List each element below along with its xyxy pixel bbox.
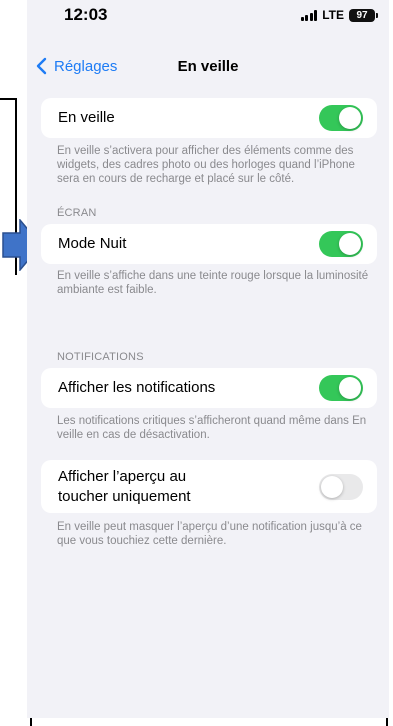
show-notifications-label: Afficher les notifications — [58, 379, 216, 396]
status-bar-right: LTE 97 — [300, 8, 378, 22]
chevron-left-icon — [36, 57, 47, 75]
network-label: LTE — [322, 8, 344, 22]
preview-label-line1: Afficher l’aperçu au — [58, 467, 187, 485]
screenshot-stage: 12:03 LTE 97 En veille Réglages En veill… — [0, 0, 393, 726]
toggle-knob — [339, 377, 361, 399]
night-mode-row[interactable]: Mode Nuit — [41, 224, 377, 264]
night-mode-toggle[interactable] — [319, 231, 363, 257]
toggle-knob — [321, 475, 343, 498]
show-notifications-footer: Les notifications critiques s’afficheron… — [57, 415, 367, 441]
phone-screen: 12:03 LTE 97 En veille Réglages En veill… — [27, 0, 389, 718]
section-header-screen: ÉCRAN — [57, 207, 97, 219]
night-mode-label: Mode Nuit — [58, 235, 127, 252]
back-label: Réglages — [54, 57, 118, 75]
preview-label-line2: toucher uniquement — [58, 487, 191, 505]
standby-row[interactable]: En veille — [41, 98, 377, 138]
standby-label: En veille — [58, 109, 115, 126]
status-time: 12:03 — [64, 5, 108, 24]
preview-on-tap-row[interactable]: Afficher l’aperçu au toucher uniquement — [41, 460, 377, 513]
standby-footer: En veille s’activera pour afficher des é… — [57, 145, 355, 185]
preview-footer: En veille peut masquer l’aperçu d’une no… — [57, 521, 362, 547]
toggle-knob — [339, 233, 361, 255]
preview-card: Afficher l’aperçu au toucher uniquement — [41, 460, 377, 513]
show-notifications-row[interactable]: Afficher les notifications — [41, 368, 377, 408]
notifications-card: Afficher les notifications — [41, 368, 377, 408]
standby-card: En veille — [41, 98, 377, 138]
section-header-notifications: NOTIFICATIONS — [57, 351, 144, 363]
toggle-knob — [339, 107, 361, 129]
night-mode-footer: En veille s’affiche dans une teinte roug… — [57, 270, 369, 296]
back-button[interactable]: Réglages — [34, 57, 117, 75]
battery-icon: 97 — [349, 8, 378, 22]
show-notifications-toggle[interactable] — [319, 375, 363, 401]
preview-on-tap-label: Afficher l’aperçu au toucher uniquement — [58, 467, 191, 507]
night-mode-card: Mode Nuit — [41, 224, 377, 264]
standby-toggle[interactable] — [319, 105, 363, 131]
signal-icon — [300, 9, 318, 21]
preview-on-tap-toggle[interactable] — [319, 473, 363, 500]
